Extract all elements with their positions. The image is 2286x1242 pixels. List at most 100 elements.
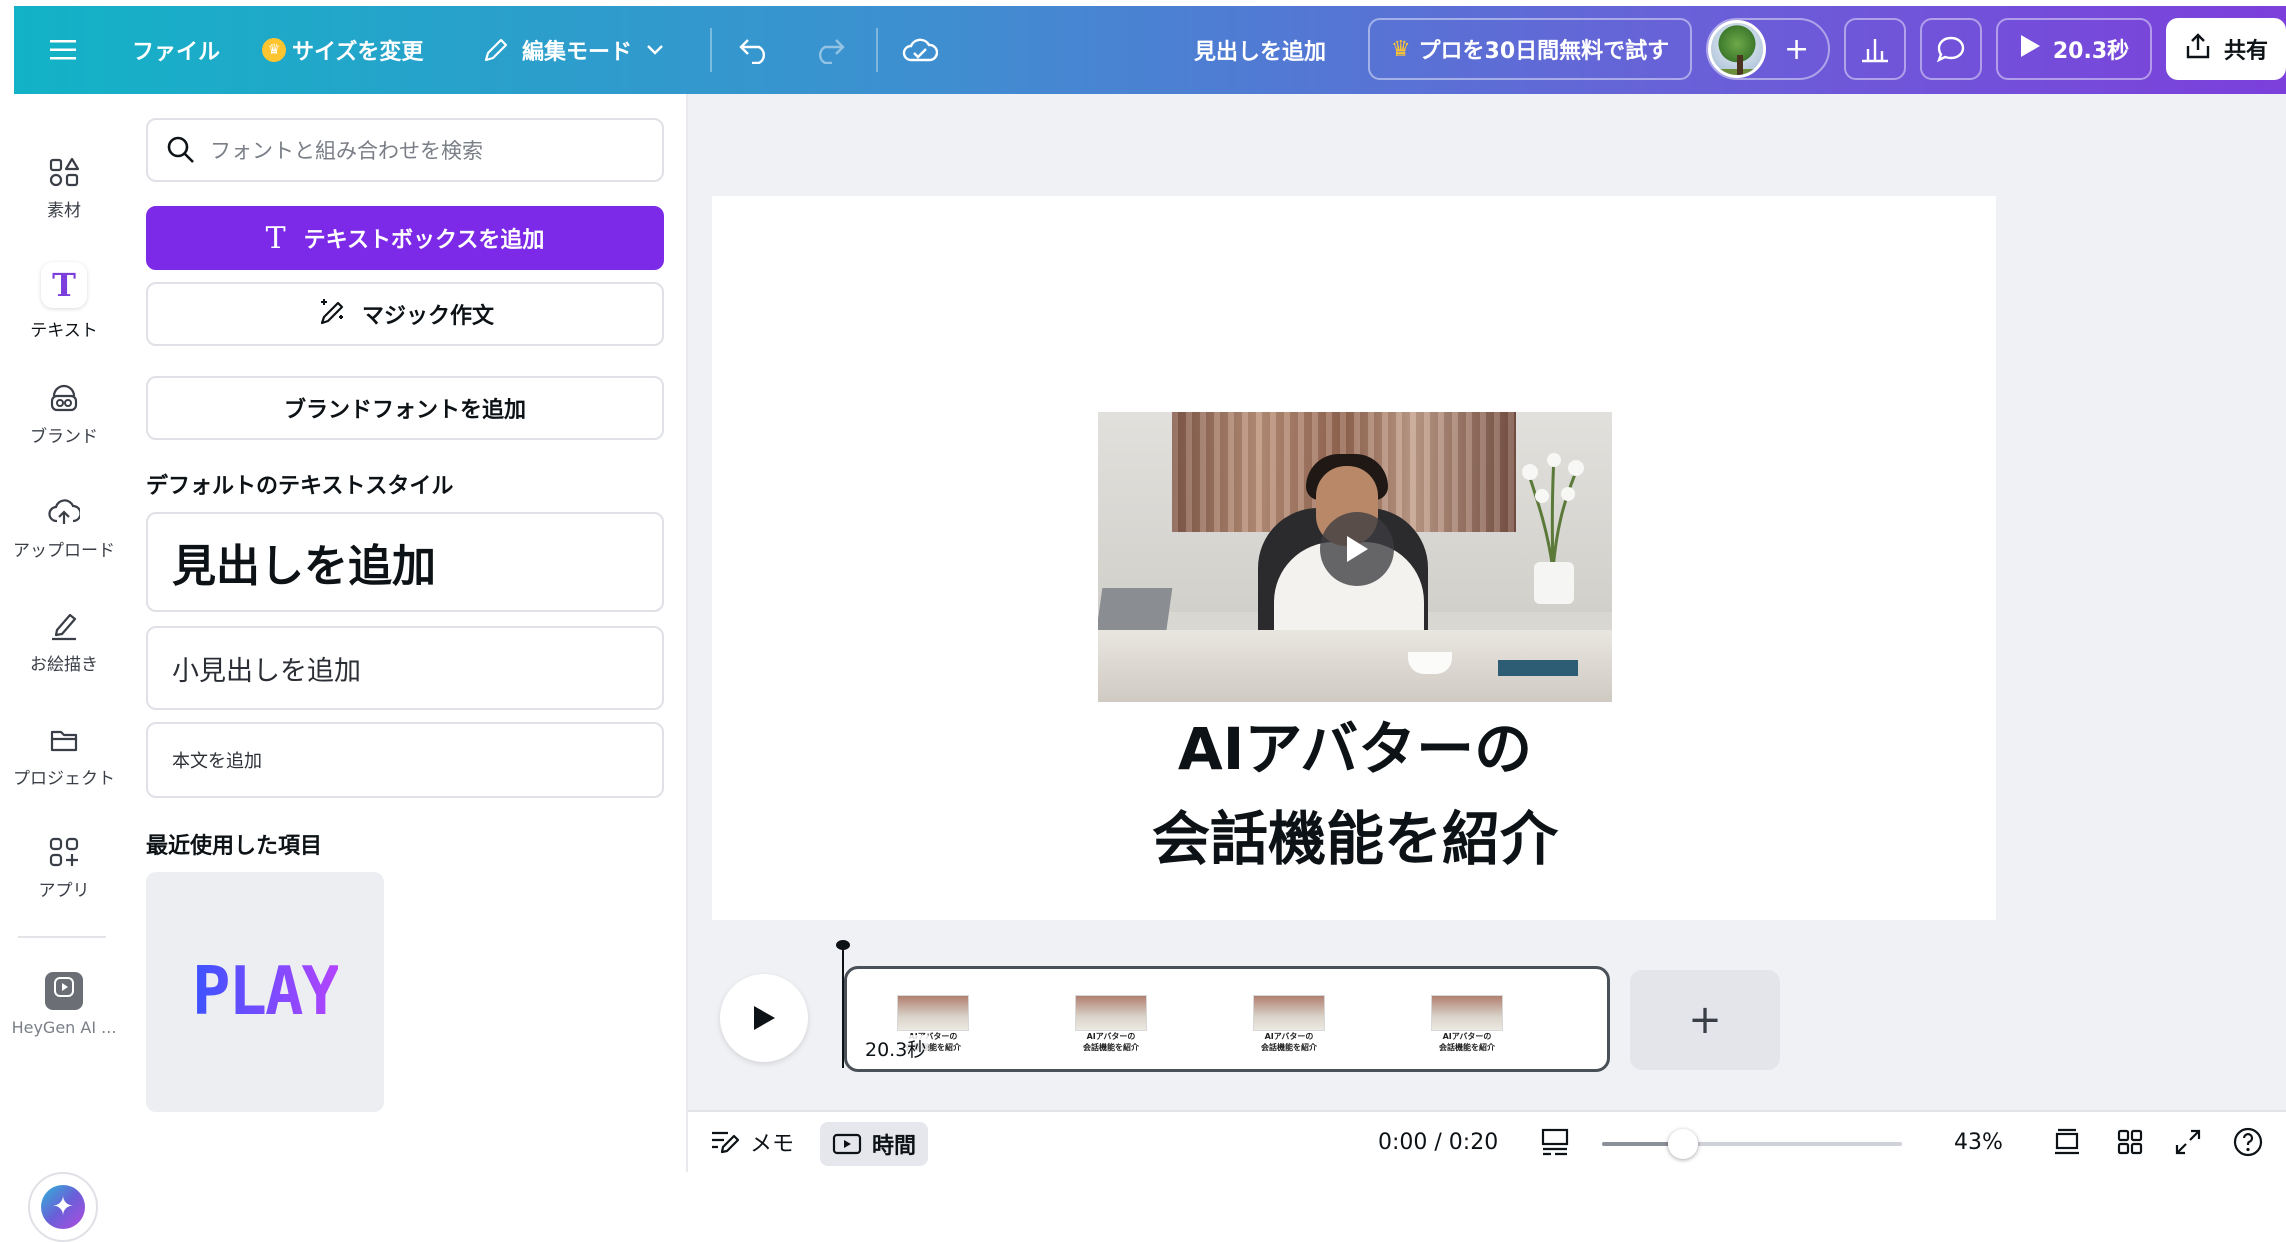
thumb-text: AIアバターの (1086, 1032, 1136, 1041)
add-heading-style[interactable]: 見出しを追加 (146, 512, 664, 612)
magic-write-button[interactable]: マジック作文 (146, 282, 664, 346)
toolbar-divider (710, 28, 712, 72)
rail-item-upload[interactable]: アップロード (0, 496, 128, 561)
caption-line: 会話機能を紹介 (1151, 805, 1558, 873)
collaborators[interactable]: + (1706, 18, 1830, 80)
thumb-text: 会話機能を紹介 (1439, 1043, 1495, 1052)
zoom-slider[interactable] (1602, 1129, 1902, 1159)
pro-trial-label: プロを30日間無料で試す (1418, 39, 1670, 64)
help-icon[interactable] (2232, 1112, 2264, 1172)
video-icon (832, 1133, 862, 1155)
rail-item-brand[interactable]: ブランド (0, 382, 128, 447)
timeline-thumbnail: AIアバターの 会話機能を紹介 (1253, 995, 1325, 1057)
search-placeholder: フォントと組み合わせを検索 (210, 139, 483, 163)
hamburger-icon[interactable] (50, 6, 76, 94)
crown-icon: ♛ (262, 38, 286, 62)
present-button[interactable]: 20.3秒 (1996, 18, 2152, 80)
zoom-slider-handle[interactable] (1668, 1129, 1698, 1159)
fullscreen-icon[interactable] (2174, 1112, 2202, 1172)
add-subheading-style[interactable]: 小見出しを追加 (146, 626, 664, 710)
comment-icon[interactable] (1920, 18, 1982, 80)
font-search-input[interactable]: フォントと組み合わせを検索 (146, 118, 664, 182)
rail-item-draw[interactable]: お絵描き (0, 610, 128, 675)
redo-icon[interactable] (812, 6, 846, 94)
share-label: 共有 (2223, 39, 2268, 64)
notes-icon (712, 1131, 740, 1154)
share-button[interactable]: 共有 (2166, 18, 2286, 80)
track-duration: 20.3秒 (863, 1035, 929, 1062)
search-icon (167, 136, 194, 163)
timeline-play-button[interactable] (720, 974, 808, 1062)
notes-label: メモ (750, 1132, 795, 1157)
play-icon (2019, 34, 2041, 64)
add-collaborator-icon[interactable]: + (1784, 20, 1809, 78)
rail-label: HeyGen AI ... (11, 1018, 117, 1037)
timeline-thumbnail: AIアバターの 会話機能を紹介 (1075, 995, 1147, 1057)
video-play-icon[interactable] (1320, 512, 1394, 586)
timing-label: 時間 (872, 1134, 917, 1159)
timeline-track[interactable]: AIアバターの 会話機能を紹介 AIアバターの 会話機能を紹介 AIアバターの … (844, 966, 1610, 1072)
page-view-icon[interactable] (2052, 1112, 2082, 1172)
rail-label: ブランド (30, 427, 98, 447)
present-duration: 20.3秒 (2052, 39, 2130, 64)
cloud-saved-icon[interactable] (902, 6, 938, 94)
add-brand-font-button[interactable]: ブランドフォントを追加 (146, 376, 664, 440)
add-page-button[interactable]: + (1630, 970, 1780, 1070)
toolbar-divider (876, 28, 878, 72)
canvas-caption[interactable]: AIアバターの 会話機能を紹介 (1012, 704, 1698, 884)
crown-icon: ♛ (1390, 36, 1411, 62)
avatar-video[interactable] (1098, 412, 1612, 702)
text-icon: T (41, 262, 87, 308)
rail-item-text[interactable]: T テキスト (0, 262, 128, 341)
zoom-level[interactable]: 43% (1954, 1112, 2003, 1172)
file-menu[interactable]: ファイル (132, 6, 220, 94)
share-icon (2184, 32, 2212, 66)
rail-item-apps[interactable]: アプリ (0, 836, 128, 901)
rail-label: アプリ (38, 881, 90, 901)
resize-label: サイズを変更 (292, 40, 424, 65)
thumb-text: 会話機能を紹介 (1261, 1043, 1317, 1052)
edit-mode-label: 編集モード (522, 40, 633, 65)
text-icon: T (265, 220, 286, 256)
rail-item-heygen[interactable]: HeyGen AI ... (0, 972, 128, 1037)
add-textbox-label: テキストボックスを追加 (303, 228, 545, 253)
resize-button[interactable]: ♛ サイズを変更 (262, 6, 423, 94)
rail-label: お絵描き (30, 655, 98, 675)
sparkle-icon: ✦ (41, 1185, 85, 1229)
elements-icon (49, 157, 80, 187)
thumb-text: AIアバターの (1442, 1032, 1492, 1041)
grid-view-icon[interactable] (2116, 1112, 2144, 1172)
insights-icon[interactable] (1844, 18, 1906, 80)
default-styles-title: デフォルトのテキストスタイル (146, 474, 454, 499)
magic-assistant-button[interactable]: ✦ (28, 1172, 98, 1242)
magic-pen-icon (316, 295, 348, 333)
timing-button[interactable]: 時間 (820, 1122, 929, 1166)
avatar[interactable] (1708, 20, 1766, 78)
add-heading-title[interactable]: 見出しを追加 (1194, 6, 1326, 94)
recent-items-title: 最近使用した項目 (146, 834, 323, 859)
rail-divider (18, 936, 106, 938)
thumb-text: AIアバターの (1264, 1032, 1314, 1041)
caption-line: AIアバターの (1177, 715, 1533, 783)
notes-button[interactable]: メモ (710, 1112, 794, 1172)
rail-label: アップロード (13, 541, 115, 561)
edit-mode-dropdown[interactable]: 編集モード (482, 6, 664, 94)
brand-icon (50, 384, 78, 412)
recent-item-play[interactable]: PLAY (146, 872, 384, 1112)
folder-icon (50, 730, 78, 752)
rail-label: 素材 (47, 201, 81, 221)
design-canvas[interactable]: AIアバターの 会話機能を紹介 (712, 196, 1996, 920)
magic-write-label: マジック作文 (361, 304, 494, 329)
rail-item-projects[interactable]: プロジェクト (0, 724, 128, 789)
page-layout-icon[interactable] (1540, 1112, 1570, 1172)
add-body-style[interactable]: 本文を追加 (146, 722, 664, 798)
undo-icon[interactable] (738, 6, 772, 94)
side-rail: 素材 T テキスト ブランド アップロード お絵描き プロジェクト アプリ He… (0, 94, 128, 1242)
pro-trial-button[interactable]: ♛ プロを30日間無料で試す (1368, 18, 1692, 80)
thumb-text: 会話機能を紹介 (1083, 1043, 1139, 1052)
recent-item-text: PLAY (191, 953, 340, 1031)
top-toolbar: ファイル ♛ サイズを変更 編集モード 見出しを追加 ♛ プロを30日間無料で試… (14, 6, 2286, 94)
rail-item-elements[interactable]: 素材 (0, 156, 128, 221)
add-textbox-button[interactable]: T テキストボックスを追加 (146, 206, 664, 270)
time-readout: 0:00 / 0:20 (1378, 1129, 1499, 1155)
